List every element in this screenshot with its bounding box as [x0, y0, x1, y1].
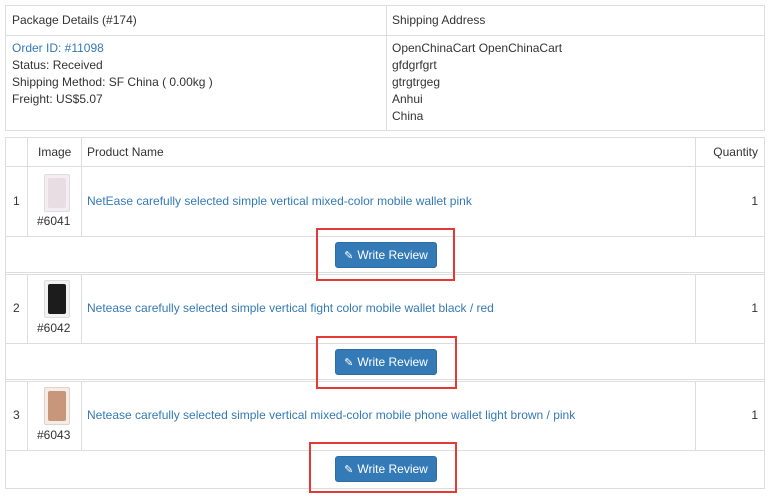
product-sku: #6042 — [37, 321, 71, 335]
product-image — [48, 391, 66, 421]
product-image — [48, 284, 66, 314]
address-line-2: gtrgtrgeg — [392, 75, 441, 89]
col-divider — [695, 274, 696, 343]
product-thumbnail[interactable] — [44, 387, 70, 425]
col-divider — [27, 274, 28, 343]
row-index: 1 — [13, 194, 20, 208]
column-header-quantity: Quantity — [713, 145, 758, 159]
row-index: 3 — [13, 408, 20, 422]
product-sku: #6041 — [37, 214, 71, 228]
product-name-link[interactable]: Netease carefully selected simple vertic… — [87, 301, 494, 315]
review-button-highlight — [316, 336, 457, 389]
col-divider — [27, 138, 28, 166]
col-divider — [695, 166, 696, 236]
col-divider — [27, 381, 28, 450]
product-sku: #6043 — [37, 428, 71, 442]
header-divider — [6, 166, 764, 167]
shipping-address-header: Shipping Address — [392, 13, 486, 27]
col-divider — [695, 381, 696, 450]
product-name-link[interactable]: Netease carefully selected simple vertic… — [87, 408, 575, 422]
shipping-method: Shipping Method: SF China ( 0.00kg ) — [12, 75, 213, 89]
order-status: Status: Received — [12, 58, 103, 72]
freight: Freight: US$5.07 — [12, 92, 103, 106]
col-divider — [27, 166, 28, 236]
address-line-1: gfdgrfgrt — [392, 58, 437, 72]
package-details-table: Package Details (#174) Shipping Address … — [5, 5, 765, 131]
col-divider — [81, 381, 82, 450]
product-name-link[interactable]: NetEase carefully selected simple vertic… — [87, 194, 472, 208]
package-details-header: Package Details (#174) — [12, 13, 137, 27]
column-header-image: Image — [38, 145, 72, 159]
address-name: OpenChinaCart OpenChinaCart — [392, 41, 563, 55]
product-quantity: 1 — [751, 194, 758, 208]
review-button-highlight — [309, 442, 457, 493]
column-header-product-name: Product Name — [87, 145, 164, 159]
col-divider — [81, 138, 82, 166]
product-quantity: 1 — [751, 408, 758, 422]
col-divider — [695, 138, 696, 166]
product-thumbnail[interactable] — [44, 174, 70, 212]
product-quantity: 1 — [751, 301, 758, 315]
package-divider — [386, 6, 387, 130]
address-province: Anhui — [392, 92, 423, 106]
product-image — [48, 178, 66, 208]
review-button-highlight — [316, 228, 455, 281]
col-divider — [81, 274, 82, 343]
col-divider — [81, 166, 82, 236]
address-country: China — [392, 109, 424, 123]
product-thumbnail[interactable] — [44, 280, 70, 318]
row-index: 2 — [13, 301, 20, 315]
order-id-link[interactable]: Order ID: #11098 — [12, 40, 104, 57]
products-table: Image Product Name Quantity 1 #6041 NetE… — [5, 137, 765, 489]
